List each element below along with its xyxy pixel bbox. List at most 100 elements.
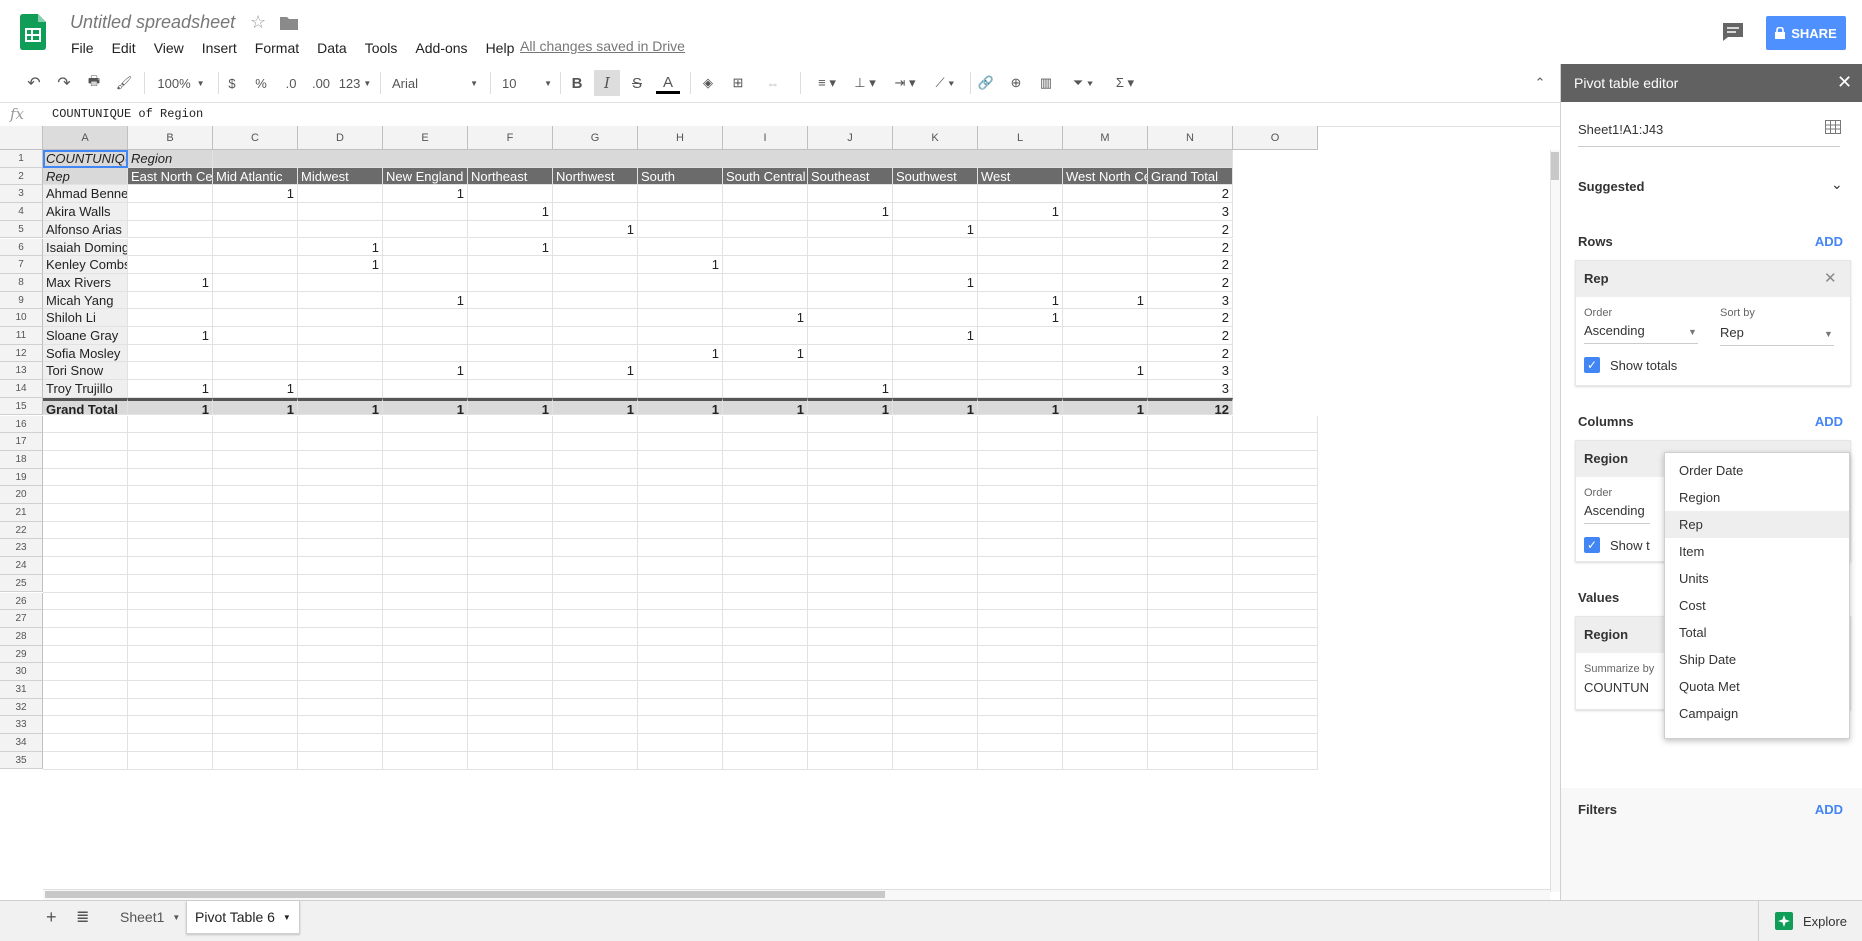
- column-header-n[interactable]: N: [1148, 126, 1233, 150]
- pivot-value-cell[interactable]: [383, 309, 468, 327]
- redo-icon[interactable]: ↷: [54, 73, 74, 93]
- row-header-28[interactable]: 28: [0, 627, 43, 646]
- grand-total-value[interactable]: 12: [1148, 397, 1233, 416]
- pivot-value-cell[interactable]: 1: [1063, 291, 1148, 310]
- select-range-icon[interactable]: [1825, 120, 1841, 134]
- pivot-value-cell[interactable]: 1: [723, 309, 808, 327]
- grand-total-cell[interactable]: 1: [383, 397, 468, 416]
- pivot-value-cell[interactable]: 1: [638, 344, 723, 363]
- pivot-value-cell[interactable]: 1: [893, 273, 978, 292]
- pivot-value-cell[interactable]: [723, 362, 808, 381]
- menu-insert[interactable]: Insert: [193, 38, 246, 58]
- pivot-row-total[interactable]: 2: [1148, 220, 1233, 239]
- rows-order-select[interactable]: Ascending: [1584, 323, 1645, 338]
- pivot-value-cell[interactable]: 1: [723, 344, 808, 363]
- suggested-section[interactable]: Suggested ⌄: [1561, 158, 1862, 217]
- pivot-value-cell[interactable]: [213, 220, 298, 239]
- pivot-value-cell[interactable]: [128, 309, 213, 327]
- pivot-value-cell[interactable]: [298, 309, 383, 327]
- pivot-column-header[interactable]: Northeast: [468, 167, 553, 186]
- pivot-row-label[interactable]: Isaiah Dominguez: [43, 238, 128, 257]
- save-status[interactable]: All changes saved in Drive: [520, 38, 685, 54]
- menu-file[interactable]: File: [62, 38, 103, 58]
- pivot-value-cell[interactable]: [893, 309, 978, 327]
- pivot-row-label[interactable]: Akira Walls: [43, 203, 128, 221]
- dropdown-item-item[interactable]: Item: [1665, 538, 1849, 565]
- pivot-row-total[interactable]: 3: [1148, 291, 1233, 310]
- pivot-column-header[interactable]: Northwest: [553, 167, 638, 186]
- column-header-c[interactable]: C: [213, 126, 298, 150]
- pivot-value-cell[interactable]: [808, 273, 893, 292]
- pivot-value-cell[interactable]: 1: [298, 238, 383, 257]
- pivot-column-header[interactable]: South: [638, 167, 723, 186]
- pivot-row-total[interactable]: 3: [1148, 362, 1233, 381]
- font-size-select[interactable]: 10 ▼: [502, 73, 552, 93]
- pivot-value-cell[interactable]: [978, 362, 1063, 381]
- pivot-value-cell[interactable]: [213, 291, 298, 310]
- pivot-value-cell[interactable]: [893, 380, 978, 398]
- pivot-value-cell[interactable]: 1: [468, 238, 553, 257]
- bold-button[interactable]: B: [566, 73, 588, 93]
- pivot-value-cell[interactable]: [638, 327, 723, 345]
- pivot-row-total[interactable]: 3: [1148, 380, 1233, 398]
- pivot-value-cell[interactable]: [1063, 185, 1148, 204]
- pivot-value-cell[interactable]: 1: [213, 380, 298, 398]
- row-header-10[interactable]: 10: [0, 309, 43, 327]
- pivot-value-cell[interactable]: [553, 273, 638, 292]
- pivot-value-cell[interactable]: [213, 203, 298, 221]
- merge-cells-icon[interactable]: ⇔: [760, 73, 786, 93]
- pivot-value-cell[interactable]: [298, 344, 383, 363]
- pivot-value-cell[interactable]: [128, 238, 213, 257]
- pivot-value-cell[interactable]: [723, 238, 808, 257]
- text-wrap-icon[interactable]: ⇥ ▾: [888, 73, 922, 93]
- increase-decimal-button[interactable]: .00: [308, 73, 334, 93]
- grand-total-cell[interactable]: 1: [468, 397, 553, 416]
- select-all-corner[interactable]: [0, 126, 43, 150]
- pivot-value-cell[interactable]: [128, 220, 213, 239]
- pivot-value-cell[interactable]: [978, 273, 1063, 292]
- grand-total-cell[interactable]: 1: [553, 397, 638, 416]
- pivot-value-cell[interactable]: [468, 273, 553, 292]
- column-header-h[interactable]: H: [638, 126, 723, 150]
- row-header-30[interactable]: 30: [0, 663, 43, 681]
- pivot-value-cell[interactable]: [723, 203, 808, 221]
- pivot-row-total[interactable]: 2: [1148, 344, 1233, 363]
- pivot-row-label[interactable]: Kenley Combs: [43, 256, 128, 274]
- pivot-value-cell[interactable]: [383, 380, 468, 398]
- pivot-value-cell[interactable]: [1063, 256, 1148, 274]
- pivot-value-cell[interactable]: [638, 185, 723, 204]
- tab-pivot-table-6[interactable]: Pivot Table 6 ▼: [186, 901, 300, 934]
- menu-data[interactable]: Data: [308, 38, 356, 58]
- horizontal-align-icon[interactable]: ≡ ▾: [810, 73, 844, 93]
- pivot-value-cell[interactable]: 1: [893, 220, 978, 239]
- pivot-value-cell[interactable]: [893, 238, 978, 257]
- grand-total-cell[interactable]: 1: [893, 397, 978, 416]
- pivot-value-cell[interactable]: [128, 203, 213, 221]
- pivot-value-cell[interactable]: [1063, 238, 1148, 257]
- pivot-row-total[interactable]: 2: [1148, 327, 1233, 345]
- paint-format-icon[interactable]: 🖌: [114, 73, 134, 93]
- pivot-value-cell[interactable]: 1: [1063, 362, 1148, 381]
- pivot-value-cell[interactable]: 1: [553, 362, 638, 381]
- pivot-row-label[interactable]: Sofia Mosley: [43, 344, 128, 363]
- document-title[interactable]: Untitled spreadsheet: [70, 12, 235, 33]
- pivot-value-cell[interactable]: [553, 327, 638, 345]
- pivot-value-cell[interactable]: 1: [553, 220, 638, 239]
- pivot-column-header[interactable]: Southwest: [893, 167, 978, 186]
- column-header-k[interactable]: K: [893, 126, 978, 150]
- vertical-scroll-thumb[interactable]: [1551, 152, 1559, 180]
- column-header-l[interactable]: L: [978, 126, 1063, 150]
- pivot-value-cell[interactable]: [298, 185, 383, 204]
- pivot-value-cell[interactable]: [128, 256, 213, 274]
- grand-total-label[interactable]: Grand Total: [43, 397, 128, 416]
- pivot-value-cell[interactable]: [808, 362, 893, 381]
- row-header-5[interactable]: 5: [0, 220, 43, 239]
- text-color-button[interactable]: A: [656, 73, 680, 94]
- star-icon[interactable]: ☆: [250, 12, 266, 33]
- menu-edit[interactable]: Edit: [103, 38, 145, 58]
- pivot-column-header[interactable]: Mid Atlantic: [213, 167, 298, 186]
- pivot-value-cell[interactable]: [978, 344, 1063, 363]
- pivot-value-cell[interactable]: [213, 238, 298, 257]
- pivot-value-cell[interactable]: [553, 291, 638, 310]
- dropdown-item-units[interactable]: Units: [1665, 565, 1849, 592]
